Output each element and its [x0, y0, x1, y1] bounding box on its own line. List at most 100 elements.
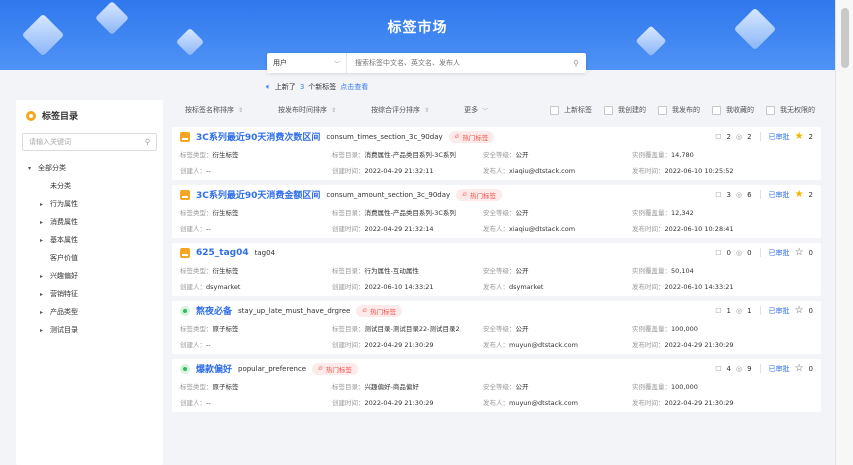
tree-node[interactable]: ▸ 行为属性	[16, 195, 163, 213]
tag-meta-row: 创建人：dsymarket 创建时间：2022-06-10 14:33:21 发布人…	[180, 278, 813, 294]
meta-key: 标签目录：	[332, 209, 365, 217]
atomic-tag-icon	[180, 305, 190, 316]
tag-name[interactable]: 625_tag04	[196, 248, 249, 258]
tag-meta-row: 标签类型：原子标签 标签目录：兴趣偏好-商品偏好 安全等级：公开 实例覆盖量：100,…	[180, 378, 813, 394]
caret-right-icon[interactable]: ▸	[40, 327, 50, 334]
tree-node[interactable]: 未分类	[16, 177, 163, 195]
tree-node[interactable]: ▸ 营销特征	[16, 285, 163, 303]
atomic-tag-icon	[180, 363, 190, 374]
notice-suffix: 个新标签	[308, 83, 337, 91]
notice-view-link[interactable]: 点击查看	[340, 82, 368, 92]
star-icon[interactable]: ☆	[795, 247, 804, 258]
meta-key: 实例覆盖量：	[632, 267, 671, 275]
meta-value: 12,342	[671, 209, 694, 217]
catalog-sidebar: 标签目录 请输入关键词 ⚲ ▾ 全部分类 未分类 ▸ 行为属性 ▸ 消费属性 ▸ 基本属性 客户价…	[16, 100, 163, 465]
filter-checkbox[interactable]: 我发布的	[658, 105, 700, 115]
meta-key: 标签类型：	[180, 267, 213, 275]
search-icon[interactable]: ⚲	[145, 138, 150, 146]
search-input[interactable]	[347, 53, 566, 73]
tag-card[interactable]: 3C系列最近90天消费次数区间 consum_times_section_3c_9…	[172, 127, 821, 180]
filter-checkbox[interactable]: 我收藏的	[712, 105, 754, 115]
tree-node[interactable]: ▸ 测试目录	[16, 321, 163, 339]
tag-name[interactable]: 爆款偏好	[196, 362, 232, 375]
star-icon[interactable]: ★	[795, 131, 804, 142]
checkbox-box[interactable]	[550, 105, 559, 115]
meta-publisher: 发布人：xiaqiu@dtstack.com	[483, 165, 575, 175]
scrollbar-thumb[interactable]	[841, 8, 849, 68]
sidebar-search-input[interactable]: 请输入关键词 ⚲	[22, 133, 157, 151]
checkbox-label: 我创建的	[618, 106, 646, 114]
filter-checkbox[interactable]: 我创建的	[604, 105, 646, 115]
search-icon[interactable]: ⚲	[566, 59, 586, 68]
star-icon[interactable]: ★	[795, 189, 804, 200]
sort-button[interactable]: 按标签名称排序 ⇕	[185, 105, 243, 115]
meta-value: 消费属性-产品类目系列-3C系列	[364, 209, 456, 217]
meta-creator: 创建人：dsymarket	[180, 281, 240, 291]
meta-key: 创建时间：	[332, 399, 365, 407]
caret-right-icon[interactable]: ▸	[40, 219, 50, 226]
meta-value: 2022-04-29 21:32:14	[364, 225, 434, 233]
meta-catalog: 标签目录：行为属性-互动属性	[332, 265, 419, 275]
checkbox-box[interactable]	[658, 105, 667, 115]
tag-code: stay_up_late_must_have_drgree	[238, 306, 351, 315]
meta-published: 发布时间：2022-06-10 10:28:41	[632, 223, 734, 233]
approved-link[interactable]: 已审批	[769, 364, 790, 374]
meta-published: 发布时间：2022-06-10 10:25:52	[632, 165, 734, 175]
meta-key: 标签目录：	[332, 383, 365, 391]
tree-node[interactable]: ▸ 兴趣偏好	[16, 267, 163, 285]
sort-button[interactable]: 按综合评分排序 ⇕	[371, 105, 429, 115]
page-scrollbar[interactable]	[835, 0, 853, 465]
tag-card[interactable]: 625_tag04 tag04 ☐ 0 ◎ 0 已审批 ☆ 0 标签类型：衍生标签 标签目录：行为属…	[172, 243, 821, 296]
checkbox-box[interactable]	[766, 105, 775, 115]
sidebar-search-placeholder: 请输入关键词	[29, 138, 71, 146]
meta-value: dsymarket	[206, 283, 241, 291]
hot-tag-label: 热门标签	[469, 191, 496, 200]
search-scope-value: 用户	[273, 59, 287, 67]
star-icon[interactable]: ☆	[795, 363, 804, 374]
caret-right-icon[interactable]: ▸	[40, 309, 50, 316]
apply-icon: ☐	[715, 306, 722, 315]
meta-creator: 创建人：--	[180, 165, 211, 175]
tag-name[interactable]: 3C系列最近90天消费次数区间	[196, 130, 320, 143]
search-scope-select[interactable]: 用户 ﹀	[267, 53, 347, 73]
caret-right-icon[interactable]: ▸	[40, 237, 50, 244]
meta-value: 公开	[515, 267, 529, 275]
tag-name[interactable]: 熬夜必备	[196, 304, 232, 317]
approved-link[interactable]: 已审批	[769, 132, 790, 142]
tag-card[interactable]: 熬夜必备 stay_up_late_must_have_drgree 🔥︎ 热门标签 ☐…	[172, 301, 821, 354]
approved-link[interactable]: 已审批	[769, 190, 790, 200]
tree-node[interactable]: ▸ 基本属性	[16, 231, 163, 249]
more-dropdown[interactable]: 更多 ﹀	[464, 105, 488, 115]
tag-name[interactable]: 3C系列最近90天消费金额区间	[196, 188, 320, 201]
meta-key: 创建人：	[180, 341, 206, 349]
caret-right-icon[interactable]: ▸	[40, 273, 50, 280]
meta-key: 创建人：	[180, 399, 206, 407]
tag-card[interactable]: 3C系列最近90天消费金额区间 consum_amount_section_3c_…	[172, 185, 821, 238]
tag-code: popular_preference	[238, 364, 307, 373]
tree-node[interactable]: ▸ 消费属性	[16, 213, 163, 231]
meta-type: 标签类型：原子标签	[180, 323, 239, 333]
filter-checkbox[interactable]: 上新标签	[550, 105, 592, 115]
filter-checkbox[interactable]: 我无权限的	[766, 105, 815, 115]
caret-right-icon[interactable]: ▸	[40, 201, 50, 208]
tree-node[interactable]: ▸ 产品类型	[16, 303, 163, 321]
tag-card[interactable]: 爆款偏好 popular_preference 🔥︎ 热门标签 ☐ 4 ◎ 9 已审批 ☆ 0 标签类…	[172, 359, 821, 412]
tree-node[interactable]: 客户价值	[16, 249, 163, 267]
meta-key: 发布时间：	[632, 341, 665, 349]
approved-link[interactable]: 已审批	[769, 306, 790, 316]
fire-icon: 🔥︎	[454, 132, 460, 140]
meta-creator: 创建人：--	[180, 223, 211, 233]
tree-node[interactable]: ▾ 全部分类	[16, 159, 163, 177]
caret-right-icon[interactable]: ▸	[40, 291, 50, 298]
checkbox-box[interactable]	[604, 105, 613, 115]
meta-key: 发布人：	[483, 283, 509, 291]
meta-coverage: 实例覆盖量：14,780	[632, 149, 694, 159]
checkbox-box[interactable]	[712, 105, 721, 115]
star-icon[interactable]: ☆	[795, 305, 804, 316]
sort-button[interactable]: 按发布时间排序 ⇕	[278, 105, 336, 115]
meta-created: 创建时间：2022-04-29 21:30:29	[332, 339, 434, 349]
meta-security: 安全等级：公开	[483, 207, 529, 217]
tag-stats: ☐ 1 ◎ 1 已审批 ☆ 0	[715, 301, 813, 320]
caret-down-icon[interactable]: ▾	[28, 165, 38, 172]
approved-link[interactable]: 已审批	[769, 248, 790, 258]
